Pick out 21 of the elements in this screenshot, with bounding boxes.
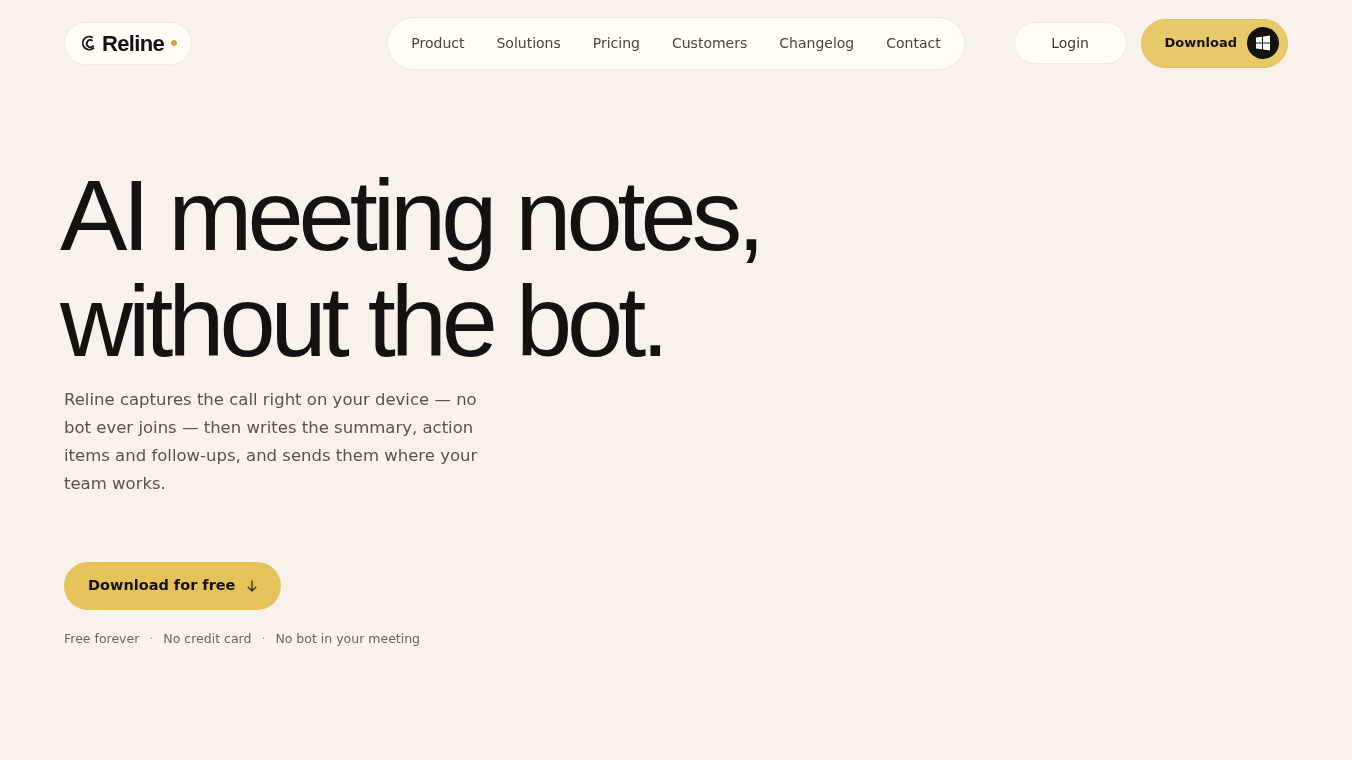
feature-note: No bot in your meeting bbox=[275, 630, 421, 648]
login-button[interactable]: Login bbox=[1013, 22, 1127, 64]
logo[interactable]: Reline bbox=[64, 21, 193, 65]
nav-link[interactable]: Customers bbox=[671, 32, 748, 54]
separator: · bbox=[149, 630, 154, 648]
nav-link[interactable]: Solutions bbox=[496, 32, 561, 54]
feature-note: Free forever bbox=[64, 630, 140, 648]
windows-logo-icon bbox=[1247, 27, 1279, 59]
nav-link[interactable]: Pricing bbox=[592, 32, 640, 54]
hero-description: Reline captures the call right on your device — no bot ever joins — then writes the summary, action items and follow-ups, and sends them where your team works. bbox=[64, 389, 478, 495]
arrow-down-icon bbox=[247, 580, 258, 592]
nav-link[interactable]: Changelog bbox=[779, 32, 855, 54]
nav-link[interactable]: Contact bbox=[886, 32, 941, 54]
logo-text: Reline bbox=[102, 29, 165, 58]
feature-note: No credit card bbox=[163, 630, 252, 648]
nav-link[interactable]: Product bbox=[411, 32, 465, 54]
download-for-free-button[interactable]: Download for free bbox=[64, 562, 282, 610]
separator: · bbox=[261, 630, 266, 648]
headline: AI meeting notes, without the bot. bbox=[60, 162, 762, 374]
logo-icon bbox=[81, 35, 95, 51]
download-button[interactable]: Download bbox=[1140, 18, 1288, 68]
